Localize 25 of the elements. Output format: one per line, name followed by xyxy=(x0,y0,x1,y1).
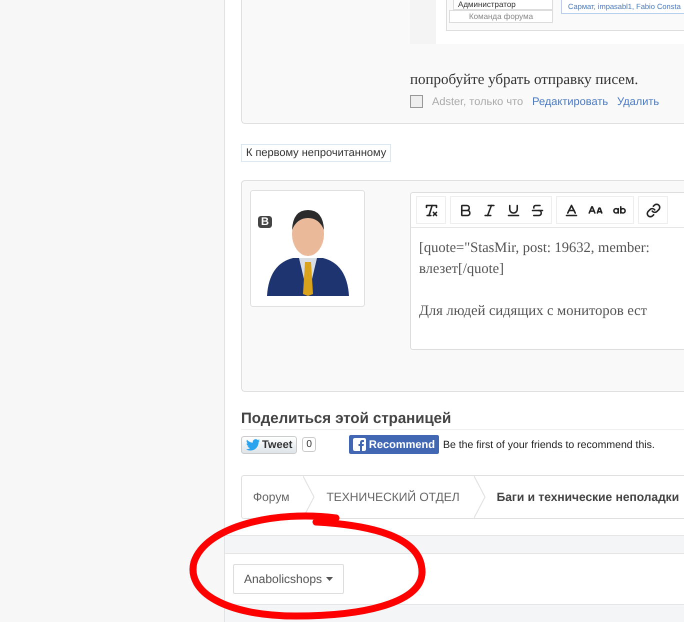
post-action-link[interactable]: Редактировать xyxy=(532,96,608,108)
recommend-note: Be the first of your friends to recommend this. xyxy=(442,438,655,450)
share-heading: Поделиться этой страницей xyxy=(241,410,684,430)
post-text: попробуйте убрать отправку писем. xyxy=(410,72,640,89)
message-editor[interactable]: [quote="StasMir, post: 19632, member: влезет[/quote] Для людей сидящих с мониторов ест xyxy=(410,192,684,350)
breadcrumb-link[interactable]: Баги и технические неполадки xyxy=(486,476,684,518)
tweet-count: 0 xyxy=(302,437,316,452)
caret-icon xyxy=(326,577,334,581)
first-unread-button[interactable]: К первому непрочитанному xyxy=(241,144,392,162)
recommend-button[interactable]: Recommend xyxy=(348,435,439,454)
editor-text-line: Для людей сидящих с мониторов ест xyxy=(419,302,648,321)
user-group-tag: Команда форума xyxy=(449,10,553,23)
editor-text-line: [quote="StasMir, post: 19632, member: xyxy=(419,239,651,258)
user-badge: B xyxy=(258,216,272,228)
bird-icon xyxy=(246,438,260,450)
tweet-button[interactable]: Tweet xyxy=(241,436,298,454)
facebook-icon xyxy=(352,438,366,451)
select-checkbox[interactable] xyxy=(410,95,423,108)
post-action-link[interactable]: Удалить xyxy=(617,96,660,108)
post-byline: Adster, только что xyxy=(432,96,524,108)
user-role: Администратор xyxy=(453,0,553,10)
breadcrumb-link[interactable]: Форум xyxy=(242,476,304,518)
editor-text-line: влезет[/quote] xyxy=(419,260,505,279)
style-chooser-button[interactable]: Anabolicshops xyxy=(233,564,344,594)
breadcrumb-link[interactable]: ТЕХНИЧЕСКИЙ ОТДЕЛ xyxy=(315,476,474,518)
